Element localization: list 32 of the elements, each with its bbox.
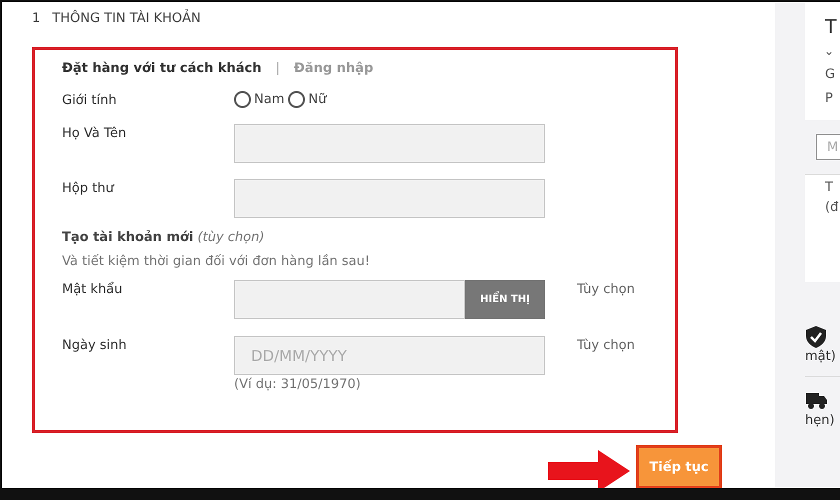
tab[interactable]: Đặt hàng với tư cách khách — [62, 61, 262, 76]
optional-note: Tùy chọn — [577, 281, 636, 297]
tab-separator: | — [276, 61, 280, 76]
section-title: THÔNG TIN TÀI KHOẢN — [52, 11, 201, 26]
section-heading: Tạo tài khoản mới (tùy chọn) — [62, 230, 266, 245]
radio-option[interactable]: Nữ — [288, 91, 326, 108]
input-field[interactable] — [234, 124, 545, 163]
date-field[interactable]: DD/MM/YYYY — [234, 336, 545, 375]
summary-line: G — [825, 67, 836, 82]
arrow-icon — [548, 450, 632, 488]
field-label: Ngày sinh — [62, 337, 128, 353]
hint-text: Và tiết kiệm thời gian đối với đơn hàng lần sau! — [62, 254, 371, 269]
summary-line: P — [825, 91, 834, 106]
input-field[interactable] — [234, 179, 545, 218]
password-field[interactable] — [234, 280, 465, 319]
example-text: (Ví dụ: 31/05/1970) — [234, 377, 362, 392]
summary-title: T — [825, 16, 838, 38]
shield-icon — [805, 325, 828, 349]
radio-option[interactable]: Nam — [234, 91, 284, 108]
field-label: Hộp thư — [62, 180, 116, 196]
feature-text: mật) — [805, 349, 836, 364]
total-label: T — [825, 180, 834, 195]
section-number: 1 — [32, 11, 40, 26]
field-label: Họ Và Tên — [62, 125, 128, 141]
code-field[interactable]: M — [816, 134, 840, 160]
field-label: Giới tính — [62, 92, 118, 108]
field-label: Mật khẩu — [62, 280, 124, 297]
total-label: (đ — [825, 200, 840, 215]
feature-text: hẹn) — [805, 413, 835, 428]
chevron-icon[interactable]: ⌄ — [824, 44, 840, 58]
optional-note: Tùy chọn — [577, 337, 636, 353]
show-button[interactable]: HIỂN THỊ — [465, 280, 545, 319]
